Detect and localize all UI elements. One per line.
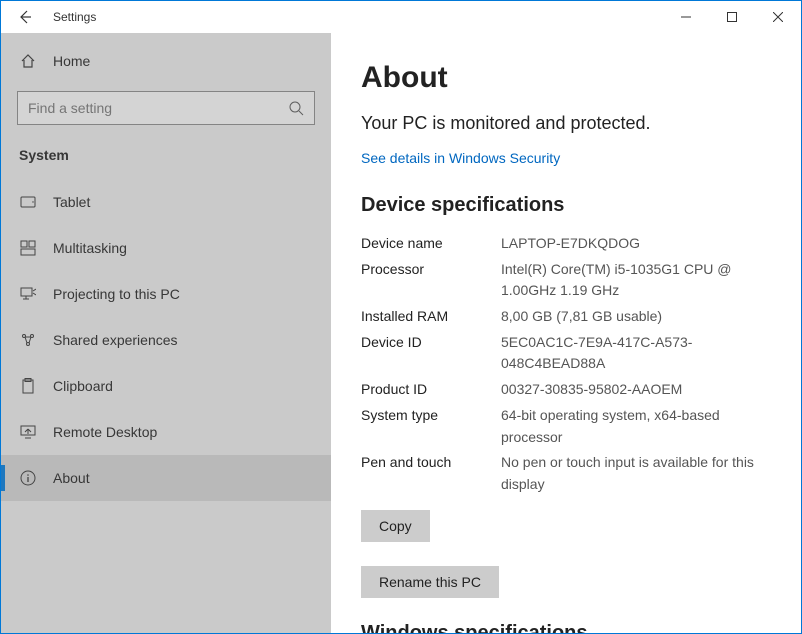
sidebar-item-label: Projecting to this PC <box>53 286 180 302</box>
sidebar-item-shared[interactable]: Shared experiences <box>1 317 331 363</box>
sidebar-home-label: Home <box>53 53 90 69</box>
spec-label: Device ID <box>361 332 501 375</box>
sidebar-item-about[interactable]: About <box>1 455 331 501</box>
rename-pc-button[interactable]: Rename this PC <box>361 566 499 598</box>
protection-status: Your PC is monitored and protected. <box>361 113 771 134</box>
main-content: About Your PC is monitored and protected… <box>331 33 801 633</box>
maximize-button[interactable] <box>709 1 755 33</box>
sidebar-home[interactable]: Home <box>1 41 331 81</box>
spec-row: Device nameLAPTOP-E7DKQDOG <box>361 233 771 255</box>
tablet-icon <box>19 193 37 211</box>
back-button[interactable] <box>1 1 49 33</box>
spec-row: System type64-bit operating system, x64-… <box>361 405 771 448</box>
spec-label: Pen and touch <box>361 452 501 495</box>
clipboard-icon <box>19 377 37 395</box>
window-title: Settings <box>49 10 96 24</box>
minimize-button[interactable] <box>663 1 709 33</box>
spec-value: 00327-30835-95802-AAOEM <box>501 379 682 401</box>
copy-button[interactable]: Copy <box>361 510 430 542</box>
spec-label: System type <box>361 405 501 448</box>
sidebar-item-label: About <box>53 470 90 486</box>
project-icon <box>19 285 37 303</box>
shared-icon <box>19 331 37 349</box>
spec-row: Product ID00327-30835-95802-AAOEM <box>361 379 771 401</box>
remote-icon <box>19 423 37 441</box>
sidebar-item-remote[interactable]: Remote Desktop <box>1 409 331 455</box>
spec-value: LAPTOP-E7DKQDOG <box>501 233 640 255</box>
close-button[interactable] <box>755 1 801 33</box>
sidebar-item-label: Shared experiences <box>53 332 178 348</box>
sidebar-item-label: Remote Desktop <box>53 424 157 440</box>
sidebar-item-tablet[interactable]: Tablet <box>1 179 331 225</box>
spec-value: 64-bit operating system, x64-based proce… <box>501 405 771 448</box>
spec-value: Intel(R) Core(TM) i5-1035G1 CPU @ 1.00GH… <box>501 259 771 302</box>
multitask-icon <box>19 239 37 257</box>
sidebar-item-clipboard[interactable]: Clipboard <box>1 363 331 409</box>
spec-value: No pen or touch input is available for t… <box>501 452 771 495</box>
sidebar-item-project[interactable]: Projecting to this PC <box>1 271 331 317</box>
sidebar-item-multitask[interactable]: Multitasking <box>1 225 331 271</box>
sidebar-category: System <box>1 139 331 179</box>
spec-row: Device ID5EC0AC1C-7E9A-417C-A573-048C4BE… <box>361 332 771 375</box>
device-spec-heading: Device specifications <box>361 194 771 217</box>
sidebar-item-label: Tablet <box>53 194 90 210</box>
spec-row: Installed RAM8,00 GB (7,81 GB usable) <box>361 306 771 328</box>
spec-label: Device name <box>361 233 501 255</box>
sidebar-item-label: Clipboard <box>53 378 113 394</box>
search-input[interactable] <box>17 91 315 125</box>
windows-spec-heading: Windows specifications <box>361 622 771 633</box>
page-title: About <box>361 61 771 95</box>
search-icon <box>287 99 305 117</box>
sidebar-item-label: Multitasking <box>53 240 127 256</box>
home-icon <box>19 52 37 70</box>
spec-value: 5EC0AC1C-7E9A-417C-A573-048C4BEAD88A <box>501 332 771 375</box>
spec-label: Product ID <box>361 379 501 401</box>
spec-row: ProcessorIntel(R) Core(TM) i5-1035G1 CPU… <box>361 259 771 302</box>
spec-label: Processor <box>361 259 501 302</box>
spec-row: Pen and touchNo pen or touch input is av… <box>361 452 771 495</box>
spec-label: Installed RAM <box>361 306 501 328</box>
about-icon <box>19 469 37 487</box>
sidebar: Home System Tablet Multitasking Projecting… <box>1 33 331 633</box>
windows-security-link[interactable]: See details in Windows Security <box>361 150 560 166</box>
spec-value: 8,00 GB (7,81 GB usable) <box>501 306 662 328</box>
